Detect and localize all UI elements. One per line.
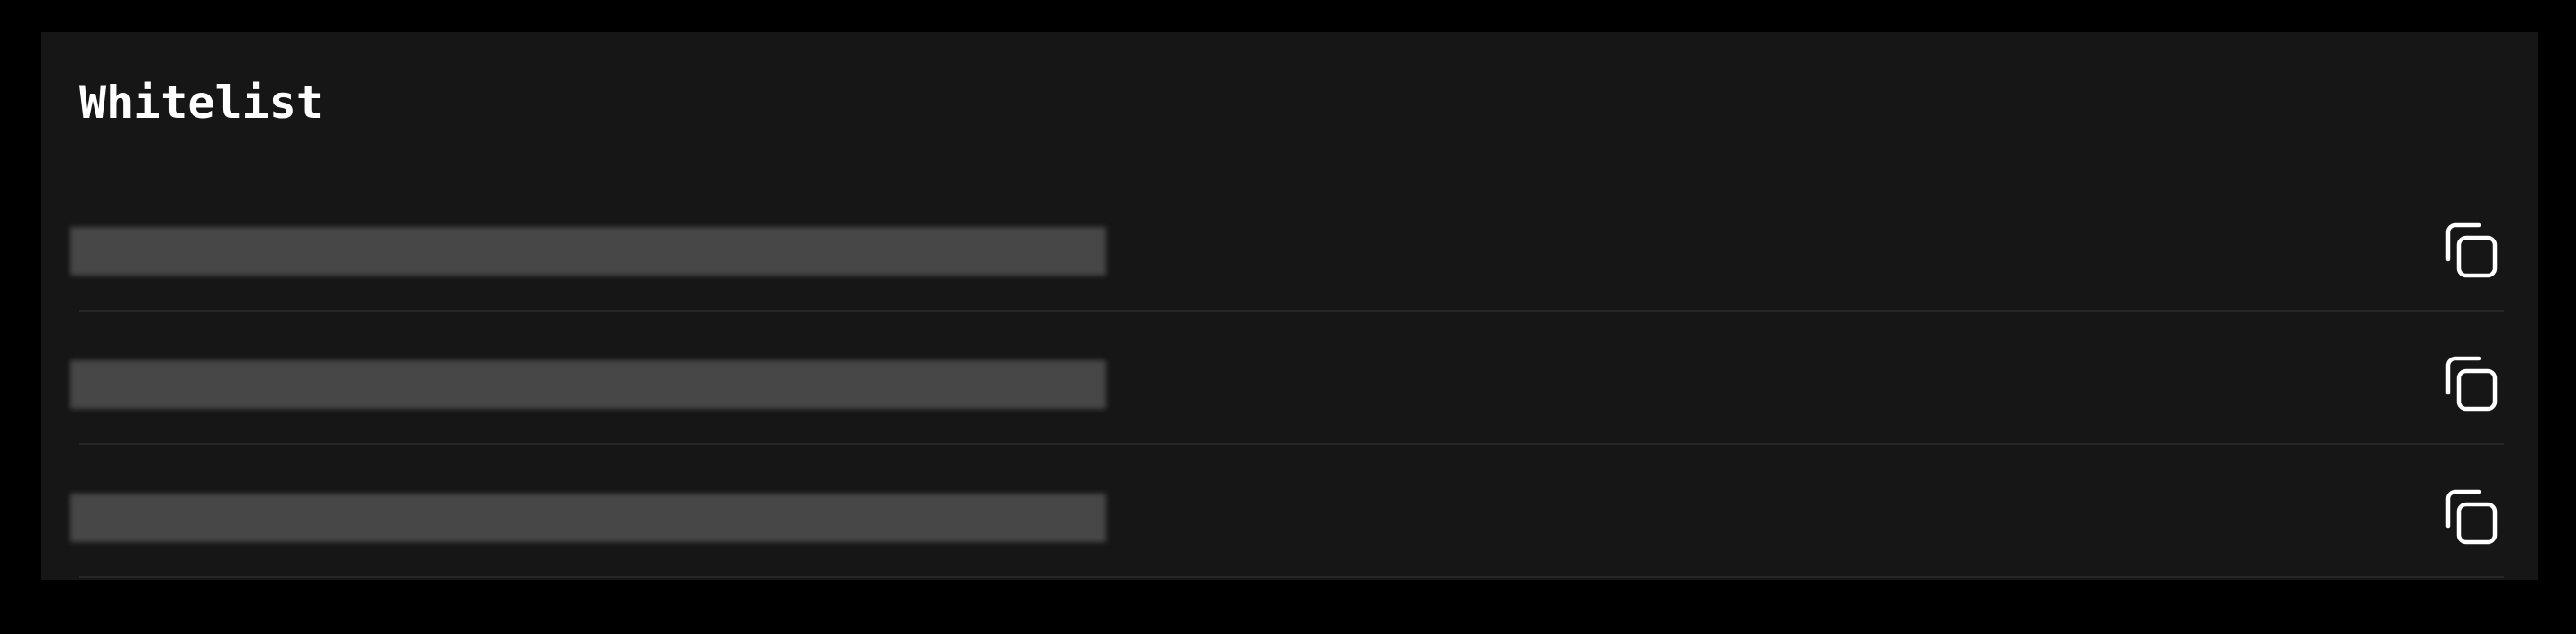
copy-button[interactable] xyxy=(2437,351,2502,416)
copy-button[interactable] xyxy=(2437,218,2502,283)
redacted-value xyxy=(70,360,1106,409)
copy-icon xyxy=(2445,222,2498,278)
list-item xyxy=(41,178,2538,312)
list-item xyxy=(41,312,2538,445)
copy-icon xyxy=(2445,356,2498,412)
whitelist-panel: Whitelist xyxy=(41,32,2538,580)
list-item xyxy=(41,445,2538,578)
whitelist-list xyxy=(41,178,2538,578)
redacted-value xyxy=(70,227,1106,276)
copy-button[interactable] xyxy=(2437,485,2502,549)
redacted-value xyxy=(70,494,1106,542)
panel-title: Whitelist xyxy=(79,77,323,129)
copy-icon xyxy=(2445,489,2498,545)
